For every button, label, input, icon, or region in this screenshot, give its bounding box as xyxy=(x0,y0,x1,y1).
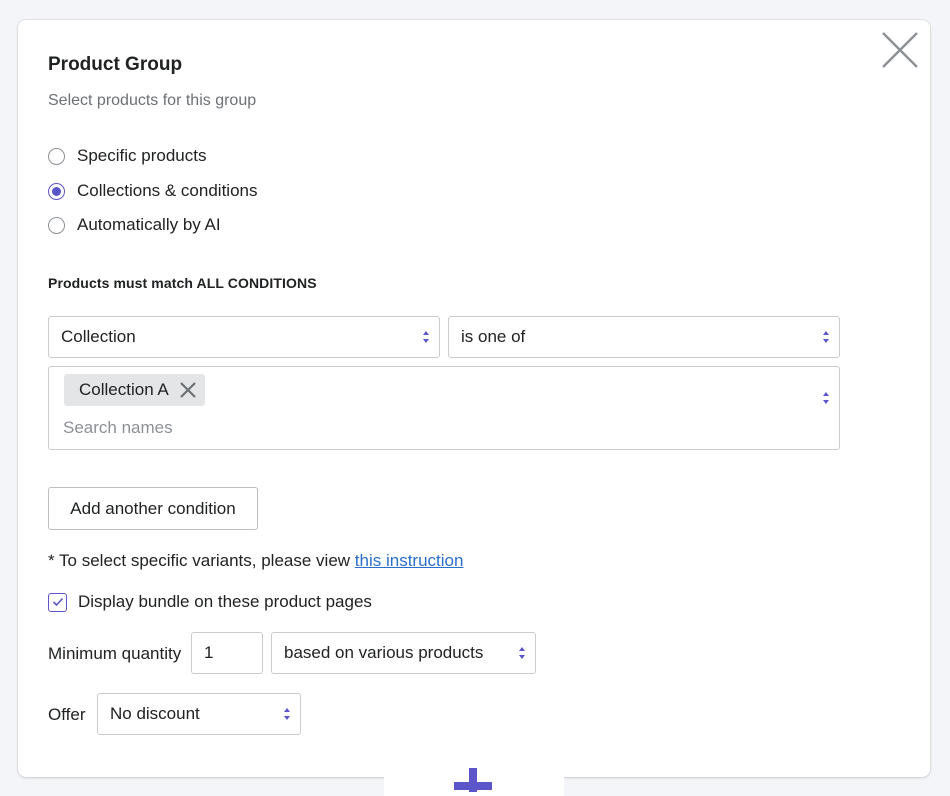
tag-chip-label: Collection A xyxy=(79,380,169,399)
updown-icon xyxy=(823,392,829,404)
plus-icon[interactable] xyxy=(452,768,494,792)
offer-label: Offer xyxy=(48,705,86,724)
condition-field-value: Collection xyxy=(61,327,136,346)
radio-label: Automatically by AI xyxy=(77,215,221,234)
display-bundle-label: Display bundle on these product pages xyxy=(78,592,372,611)
collection-multiselect[interactable]: Collection A xyxy=(48,366,840,450)
offer-value: No discount xyxy=(110,704,200,723)
close-icon[interactable] xyxy=(179,381,197,399)
condition-operator-value: is one of xyxy=(461,327,526,346)
radio-button[interactable] xyxy=(48,216,65,234)
quantity-basis-value: based on various products xyxy=(284,643,484,662)
radio-button[interactable] xyxy=(48,147,65,165)
radio-dot xyxy=(52,186,61,196)
close-icon[interactable] xyxy=(880,30,920,70)
radio-button-selected[interactable] xyxy=(48,182,65,200)
checkmark-icon xyxy=(52,597,63,607)
product-group-modal: Product Group Select products for this g… xyxy=(18,20,930,777)
add-condition-button[interactable]: Add another condition xyxy=(48,487,258,530)
instruction-link[interactable]: this instruction xyxy=(355,551,464,570)
updown-icon xyxy=(284,708,290,720)
updown-icon xyxy=(823,331,829,343)
variants-note: * To select specific variants, please vi… xyxy=(48,551,463,571)
radio-automatically-by-ai[interactable]: Automatically by AI xyxy=(48,215,221,235)
offer-select[interactable]: No discount xyxy=(97,693,301,735)
modal-subtitle: Select products for this group xyxy=(48,92,257,109)
quantity-basis-select[interactable]: based on various products xyxy=(271,632,536,674)
updown-icon xyxy=(519,647,525,659)
minimum-quantity-label: Minimum quantity xyxy=(48,644,182,663)
search-names-input[interactable] xyxy=(63,415,763,441)
radio-label: Collections & conditions xyxy=(77,181,258,200)
minimum-quantity-input[interactable] xyxy=(191,632,263,674)
condition-field-select[interactable]: Collection xyxy=(48,316,440,358)
condition-operator-select[interactable]: is one of xyxy=(448,316,840,358)
tag-chip: Collection A xyxy=(64,374,205,406)
conditions-heading: Products must match ALL CONDITIONS xyxy=(48,275,317,291)
variants-note-text: * To select specific variants, please vi… xyxy=(48,551,355,570)
display-bundle-checkbox[interactable] xyxy=(48,592,67,612)
radio-specific-products[interactable]: Specific products xyxy=(48,146,206,166)
display-bundle-option[interactable]: Display bundle on these product pages xyxy=(48,592,372,612)
radio-label: Specific products xyxy=(77,146,207,165)
radio-collections-conditions[interactable]: Collections & conditions xyxy=(48,181,257,201)
modal-title: Product Group xyxy=(48,54,183,75)
updown-icon xyxy=(423,331,429,343)
